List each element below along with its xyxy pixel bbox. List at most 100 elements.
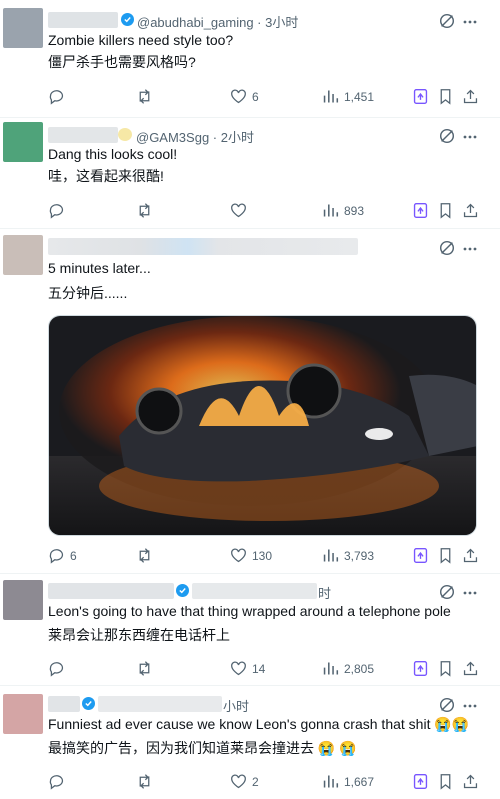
post-actions: 893 <box>48 202 478 222</box>
redacted-name <box>48 127 118 143</box>
views-button[interactable]: 2,805 <box>322 660 374 677</box>
post-text-zh: 哇，这看起来很酷! <box>48 168 164 184</box>
views-button[interactable]: 1,451 <box>322 88 374 105</box>
heart-icon <box>231 774 246 789</box>
redacted-handle <box>192 583 317 599</box>
views-button[interactable]: 1,667 <box>322 773 374 790</box>
share-icon[interactable] <box>462 202 479 219</box>
repost-button[interactable] <box>136 547 158 564</box>
post-text-zh: 僵尸杀手也需要风格吗? <box>48 54 196 70</box>
post-handle-time[interactable]: @GAM3Sgg · 2小时 <box>136 127 254 146</box>
like-button[interactable]: 130 <box>230 547 272 564</box>
heart-icon <box>231 89 246 104</box>
views-icon <box>323 662 339 675</box>
repost-icon <box>139 548 150 563</box>
verified-badge-icon <box>176 584 189 597</box>
reply-icon <box>49 549 64 564</box>
grok-icon[interactable] <box>438 12 456 30</box>
redacted-name <box>48 238 358 255</box>
redacted-badge <box>118 128 132 141</box>
more-options-icon[interactable] <box>462 129 478 145</box>
bookmark-icon[interactable] <box>437 773 454 790</box>
more-options-icon[interactable] <box>462 14 478 30</box>
bookmark-icon[interactable] <box>437 88 454 105</box>
grok-icon[interactable] <box>438 239 456 257</box>
like-button[interactable]: 6 <box>230 88 259 105</box>
grok-icon[interactable] <box>438 583 456 601</box>
grok-icon[interactable] <box>438 127 456 145</box>
like-button[interactable]: 2 <box>230 773 259 790</box>
grok-analyze-icon[interactable] <box>412 660 429 677</box>
post-4[interactable]: 时 Leon's going to have that thing wrappe… <box>0 574 500 686</box>
redacted-name <box>48 583 174 599</box>
avatar[interactable] <box>3 580 43 620</box>
post-text-zh: 莱昂会让那东西缠在电话杆上 <box>48 627 230 643</box>
like-count: 6 <box>252 89 259 104</box>
post-text-zh: 最搞笑的广告，因为我们知道莱昂会撞进去 😭 😭 <box>48 740 357 756</box>
view-count: 2,805 <box>344 661 375 676</box>
repost-icon <box>139 203 150 218</box>
view-count: 1,667 <box>344 774 375 789</box>
post-handle-time[interactable]: @abudhabi_gaming · 3小时 <box>137 12 298 31</box>
share-icon[interactable] <box>462 547 479 564</box>
burning-car-image <box>49 316 476 535</box>
repost-button[interactable] <box>136 660 158 677</box>
share-icon[interactable] <box>462 773 479 790</box>
grok-analyze-icon[interactable] <box>412 88 429 105</box>
avatar[interactable] <box>3 122 43 162</box>
post-text-en: Zombie killers need style too? <box>48 32 234 48</box>
reply-button[interactable] <box>48 773 70 790</box>
repost-icon <box>139 89 150 104</box>
share-icon[interactable] <box>462 660 479 677</box>
views-button[interactable]: 3,793 <box>322 547 374 564</box>
like-button[interactable]: 14 <box>230 660 265 677</box>
grok-analyze-icon[interactable] <box>412 202 429 219</box>
post-3[interactable]: 5 minutes later... 五分钟后...... 6 130 3,79… <box>0 229 500 574</box>
post-actions: 2 1,667 <box>48 773 478 793</box>
reply-icon <box>49 204 64 219</box>
post-handle-time[interactable]: 小时 <box>223 696 249 715</box>
views-icon <box>323 549 339 562</box>
avatar[interactable] <box>3 694 43 734</box>
views-button[interactable]: 893 <box>322 202 364 219</box>
like-button[interactable] <box>230 202 252 219</box>
avatar[interactable] <box>3 8 43 48</box>
post-text-en: Funniest ad ever cause we know Leon's go… <box>48 716 470 732</box>
redacted-name <box>48 12 118 28</box>
grok-analyze-icon[interactable] <box>412 547 429 564</box>
post-handle-time[interactable]: 时 <box>318 583 331 602</box>
repost-button[interactable] <box>136 88 158 105</box>
avatar[interactable] <box>3 235 43 275</box>
more-options-icon[interactable] <box>462 241 478 257</box>
heart-icon <box>231 661 246 676</box>
more-options-icon[interactable] <box>462 698 478 714</box>
views-icon <box>323 775 339 788</box>
grok-analyze-icon[interactable] <box>412 773 429 790</box>
post-actions: 6 1,451 <box>48 88 478 108</box>
grok-icon[interactable] <box>438 696 456 714</box>
reply-count: 6 <box>70 548 77 563</box>
reply-button[interactable] <box>48 660 70 677</box>
more-options-icon[interactable] <box>462 585 478 601</box>
post-actions: 14 2,805 <box>48 660 478 680</box>
repost-button[interactable] <box>136 773 158 790</box>
post-media-image[interactable] <box>48 315 477 536</box>
share-icon[interactable] <box>462 88 479 105</box>
post-2[interactable]: @GAM3Sgg · 2小时 Dang this looks cool! 哇，这… <box>0 118 500 229</box>
post-5[interactable]: 小时 Funniest ad ever cause we know Leon's… <box>0 686 500 799</box>
post-text-en: Dang this looks cool! <box>48 146 178 162</box>
view-count: 3,793 <box>344 548 375 563</box>
heart-icon <box>231 548 246 563</box>
reply-button[interactable] <box>48 202 70 219</box>
verified-badge-icon <box>121 13 134 26</box>
bookmark-icon[interactable] <box>437 660 454 677</box>
repost-icon <box>139 661 150 676</box>
views-icon <box>323 90 339 103</box>
reply-button[interactable] <box>48 88 70 105</box>
bookmark-icon[interactable] <box>437 202 454 219</box>
post-1[interactable]: @abudhabi_gaming · 3小时 Zombie killers ne… <box>0 0 500 118</box>
post-text-en: 5 minutes later... <box>48 260 151 276</box>
bookmark-icon[interactable] <box>437 547 454 564</box>
repost-button[interactable] <box>136 202 158 219</box>
reply-button[interactable]: 6 <box>48 547 77 564</box>
